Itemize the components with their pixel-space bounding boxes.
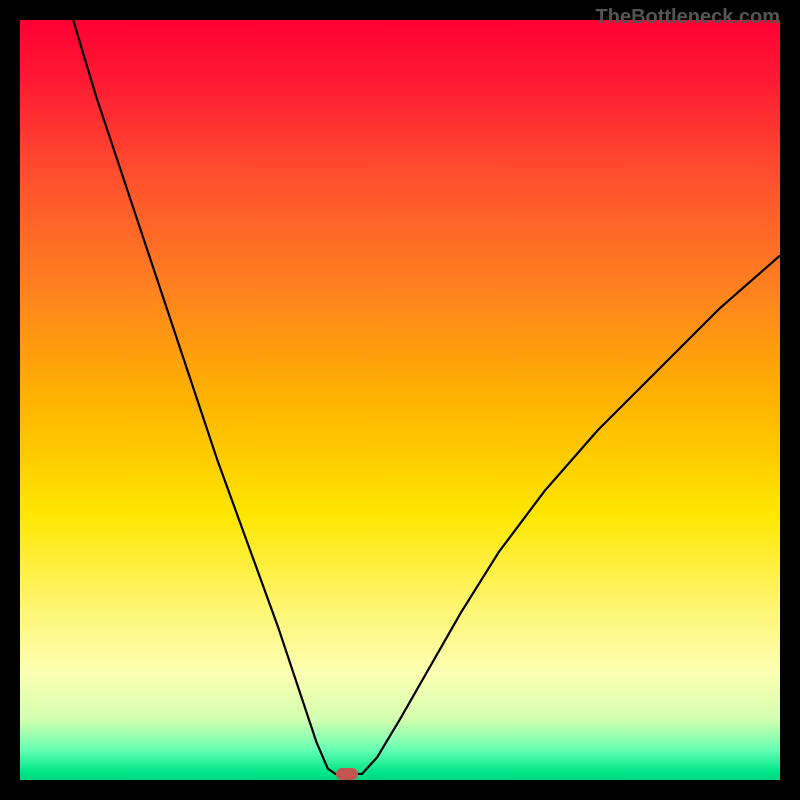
optimum-marker xyxy=(336,768,358,780)
curve-svg xyxy=(20,20,780,780)
bottleneck-curve xyxy=(73,20,780,774)
plot-area xyxy=(20,20,780,780)
watermark-text: TheBottleneck.com xyxy=(596,6,780,29)
